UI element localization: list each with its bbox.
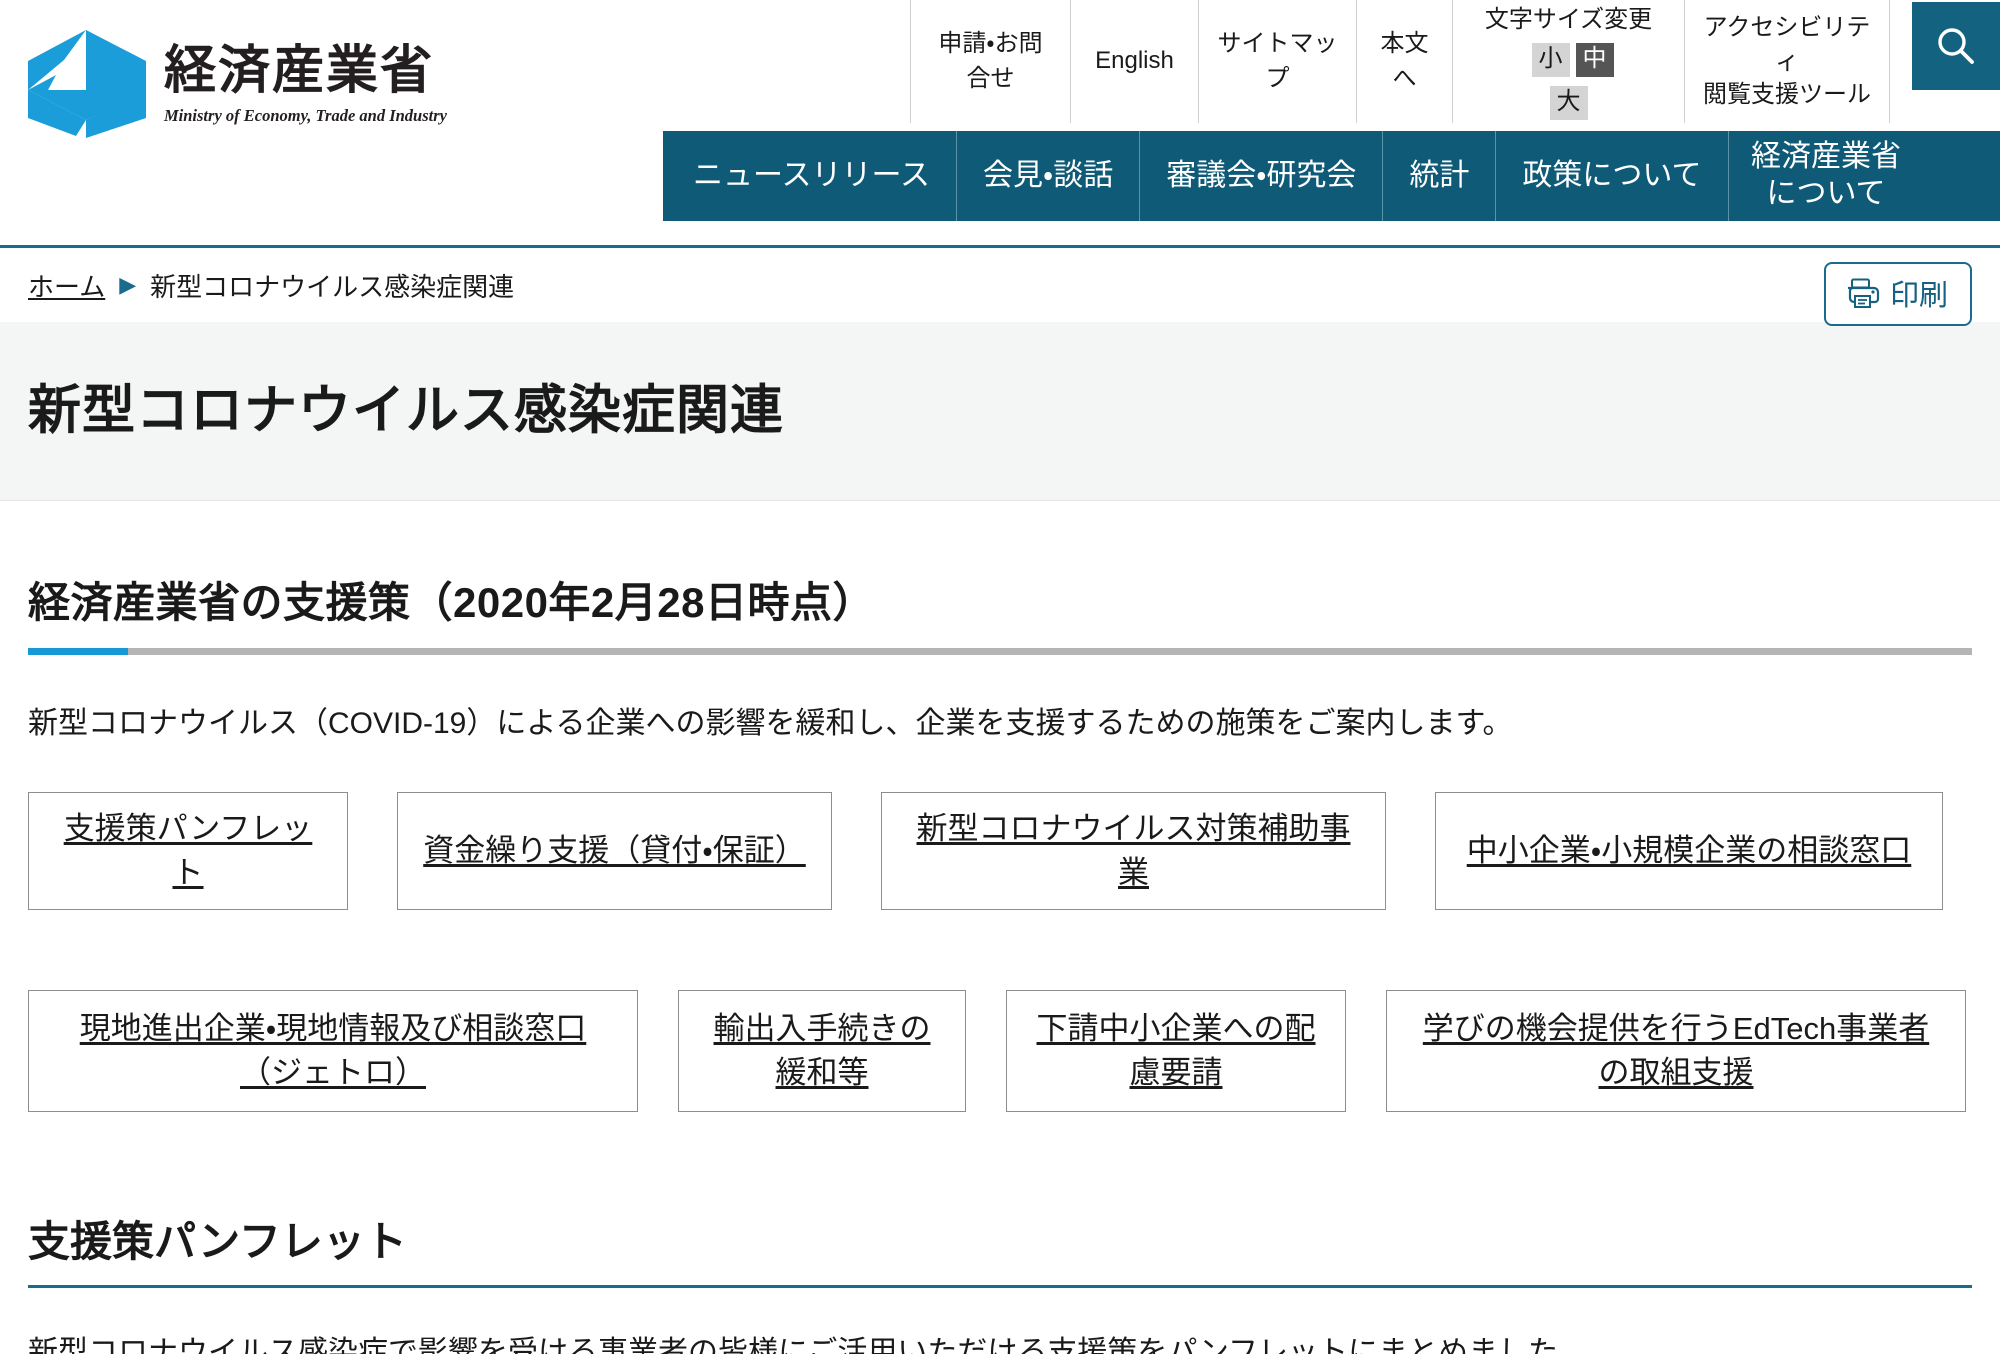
- utility-skip-to-content[interactable]: 本文へ: [1356, 0, 1452, 123]
- site-logo[interactable]: 経済産業省 Ministry of Economy, Trade and Ind…: [28, 30, 447, 138]
- print-button-label: 印刷: [1889, 280, 1948, 312]
- breadcrumb-separator-icon: ▶: [119, 272, 137, 297]
- page-root: 経済産業省 Ministry of Economy, Trade and Ind…: [0, 0, 2000, 1354]
- logo-title: 経済産業省: [164, 42, 435, 100]
- link-trade-procedures[interactable]: 輸出入手続きの緩和等: [678, 990, 966, 1113]
- link-support-pamphlet-label: 支援策パンフレット: [63, 811, 313, 891]
- nav-press-conference[interactable]: 会見・談話: [956, 131, 1139, 221]
- link-sme-consultation[interactable]: 中小企業・小規模企業の相談窓口: [1435, 792, 1943, 911]
- link-subsidy-project[interactable]: 新型コロナウイルス対策補助事業: [881, 792, 1386, 911]
- page-title: 新型コロナウイルス感染症関連: [28, 381, 784, 440]
- font-size-label: 文字サイズ変更: [1484, 5, 1653, 33]
- link-subcontractor-request-label: 下請中小企業への配慮要請: [1036, 1011, 1316, 1091]
- main-content: 経済産業省の支援策（2020年2月28日時点） 新型コロナウイルス（COVID-…: [0, 569, 2000, 1354]
- utility-inquiry[interactable]: 申請・お問合せ: [910, 0, 1070, 123]
- pamphlet-paragraph: 新型コロナウイルス感染症で影響を受ける事業者の皆様にご活用いただける支援策をパン…: [28, 1336, 1588, 1354]
- link-subsidy-project-label: 新型コロナウイルス対策補助事業: [916, 811, 1351, 891]
- support-section-rule: [28, 648, 1972, 655]
- link-trade-procedures-label: 輸出入手続きの緩和等: [713, 1011, 931, 1091]
- pamphlet-section-rule: [28, 1285, 1972, 1289]
- print-button[interactable]: 印刷: [1823, 262, 1972, 326]
- search-button[interactable]: [1912, 2, 2000, 90]
- logo-subtitle: Ministry of Economy, Trade and Industry: [164, 105, 447, 125]
- utility-nav: 申請・お問合せ English サイトマップ 本文へ 文字サイズ変更 小 中 大…: [910, 0, 2000, 123]
- accessibility-tool-link[interactable]: アクセシビリティ 閲覧支援ツール: [1684, 0, 1890, 123]
- accessibility-line1: アクセシビリティ: [1703, 14, 1871, 75]
- link-jetro-overseas-label: 現地進出企業・現地情報及び相談窓口（ジェトロ）: [79, 1011, 587, 1091]
- font-size-buttons: 小 中: [1531, 42, 1614, 77]
- font-size-medium-button[interactable]: 中: [1575, 42, 1614, 77]
- link-subcontractor-request[interactable]: 下請中小企業への配慮要請: [1006, 990, 1346, 1113]
- nav-news-release[interactable]: ニュースリリース: [663, 131, 956, 221]
- link-jetro-overseas[interactable]: 現地進出企業・現地情報及び相談窓口（ジェトロ）: [28, 990, 638, 1113]
- link-support-pamphlet[interactable]: 支援策パンフレット: [28, 792, 348, 911]
- accessibility-line2: 閲覧支援ツール: [1703, 81, 1871, 109]
- printer-icon: [1847, 278, 1880, 308]
- link-financing-support[interactable]: 資金繰り支援（貸付・保証）: [397, 792, 832, 911]
- breadcrumb-bar: ホーム ▶ 新型コロナウイルス感染症関連 印刷: [0, 248, 2000, 326]
- pamphlet-section-header: 支援策パンフレット: [28, 1208, 1972, 1289]
- support-links-row-2: 現地進出企業・現地情報及び相談窓口（ジェトロ） 輸出入手続きの緩和等 下請中小企…: [28, 990, 1972, 1113]
- breadcrumb: ホーム ▶ 新型コロナウイルス感染症関連: [28, 267, 514, 304]
- font-size-small-button[interactable]: 小: [1531, 42, 1570, 77]
- font-size-large-row: 大: [1467, 84, 1670, 121]
- support-section-heading: 経済産業省の支援策（2020年2月28日時点）: [28, 579, 876, 626]
- font-size-control: 文字サイズ変更 小 中 大: [1452, 0, 1684, 123]
- nav-policies[interactable]: 政策について: [1495, 131, 1727, 221]
- support-links-row-1: 支援策パンフレット 資金繰り支援（貸付・保証） 新型コロナウイルス対策補助事業 …: [28, 792, 1972, 911]
- breadcrumb-home-link[interactable]: ホーム: [28, 267, 105, 304]
- breadcrumb-current: 新型コロナウイルス感染症関連: [150, 271, 515, 302]
- meti-logo-icon: [28, 30, 146, 138]
- nav-councils[interactable]: 審議会・研究会: [1139, 131, 1382, 221]
- link-edtech-support[interactable]: 学びの機会提供を行うEdTech事業者の取組支援: [1386, 990, 1966, 1113]
- site-header: 経済産業省 Ministry of Economy, Trade and Ind…: [0, 0, 2000, 248]
- font-size-large-button[interactable]: 大: [1549, 86, 1588, 121]
- utility-english[interactable]: English: [1070, 0, 1198, 123]
- utility-sitemap[interactable]: サイトマップ: [1198, 0, 1356, 123]
- link-edtech-support-label: 学びの機会提供を行うEdTech事業者の取組支援: [1422, 1011, 1930, 1091]
- nav-statistics[interactable]: 統計: [1382, 131, 1495, 221]
- search-icon: [1938, 28, 1974, 64]
- page-title-band: 新型コロナウイルス感染症関連: [0, 322, 2000, 501]
- main-navigation: ニュースリリース 会見・談話 審議会・研究会 統計 政策について 経済産業省につ…: [663, 131, 2000, 221]
- link-financing-support-label: 資金繰り支援（貸付・保証）: [423, 833, 806, 868]
- support-section-header: 経済産業省の支援策（2020年2月28日時点）: [28, 569, 1972, 655]
- link-sme-consultation-label: 中小企業・小規模企業の相談窓口: [1466, 833, 1912, 868]
- pamphlet-section-heading: 支援策パンフレット: [28, 1218, 407, 1266]
- nav-about-meti[interactable]: 経済産業省について: [1727, 131, 1924, 221]
- support-lead-text: 新型コロナウイルス（COVID-19）による企業への影響を緩和し、企業を支援する…: [28, 707, 1513, 740]
